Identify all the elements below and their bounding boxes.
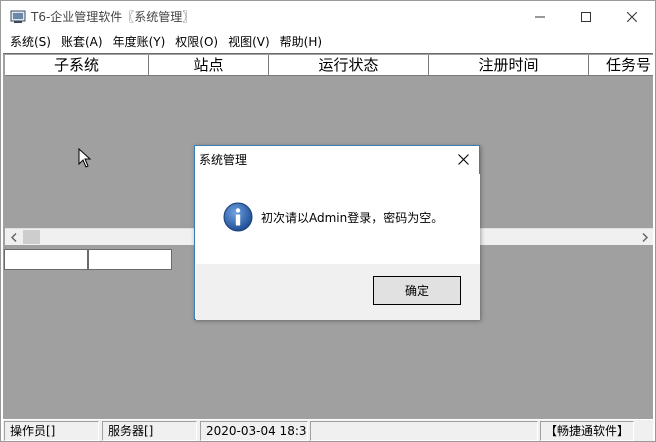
scroll-left-button[interactable] (5, 229, 22, 246)
grid-cell[interactable] (88, 249, 172, 270)
maximize-button[interactable] (563, 1, 609, 32)
menu-view[interactable]: 视图(V) (223, 32, 275, 53)
mouse-cursor-icon (78, 148, 92, 168)
menu-permission[interactable]: 权限(O) (170, 32, 223, 53)
dialog-body: 初次请以Admin登录，密码为空。 (196, 174, 480, 264)
title-bar[interactable]: T6-企业管理软件〖系统管理〗 (1, 1, 655, 32)
menu-help[interactable]: 帮助(H) (275, 32, 327, 53)
app-icon (10, 10, 26, 23)
column-header-register-time[interactable]: 注册时间 (429, 55, 589, 75)
column-header-subsystem[interactable]: 子系统 (5, 55, 149, 75)
menu-account-set[interactable]: 账套(A) (56, 32, 108, 53)
ok-button[interactable]: 确定 (373, 276, 461, 305)
column-header-site[interactable]: 站点 (149, 55, 269, 75)
close-button[interactable] (609, 1, 655, 32)
scroll-thumb[interactable] (23, 230, 40, 244)
status-datetime: 2020-03-04 18:30 (200, 421, 308, 441)
grid-cell[interactable] (4, 249, 88, 270)
window-title: T6-企业管理软件〖系统管理〗 (31, 10, 195, 24)
status-empty (310, 421, 538, 441)
main-window: T6-企业管理软件〖系统管理〗 系统(S) 账套(A) 年度账(Y) 权限(O)… (0, 0, 656, 442)
chevron-right-icon (642, 233, 648, 242)
dialog-message: 初次请以Admin登录，密码为空。 (261, 211, 444, 225)
status-server: 服务器[] (102, 421, 197, 441)
status-brand: 【畅捷通软件】 (540, 421, 634, 441)
column-header-run-status[interactable]: 运行状态 (269, 55, 429, 75)
maximize-icon (581, 11, 591, 22)
menu-bar: 系统(S) 账套(A) 年度账(Y) 权限(O) 视图(V) 帮助(H) (1, 32, 655, 53)
message-dialog: 系统管理 初次请以Admin登录，密码为空。 确定 (194, 145, 480, 320)
minimize-button[interactable] (517, 1, 563, 32)
dialog-title: 系统管理 (199, 153, 248, 167)
info-icon (223, 202, 253, 232)
minimize-icon (535, 16, 545, 17)
menu-fiscal-year[interactable]: 年度账(Y) (108, 32, 171, 53)
dialog-footer: 确定 (196, 264, 480, 320)
scroll-right-button[interactable] (636, 229, 653, 246)
grid-header: 子系统 站点 运行状态 注册时间 任务号 (5, 55, 653, 76)
close-icon (627, 11, 637, 22)
close-icon (457, 153, 469, 165)
status-bar: 操作员[] 服务器[] 2020-03-04 18:30 【畅捷通软件】 (3, 420, 653, 441)
column-header-task-id[interactable]: 任务号 (589, 55, 653, 75)
dialog-close-button[interactable] (453, 149, 473, 169)
chevron-left-icon (10, 233, 16, 242)
menu-system[interactable]: 系统(S) (5, 32, 56, 53)
status-operator: 操作员[] (4, 421, 99, 441)
